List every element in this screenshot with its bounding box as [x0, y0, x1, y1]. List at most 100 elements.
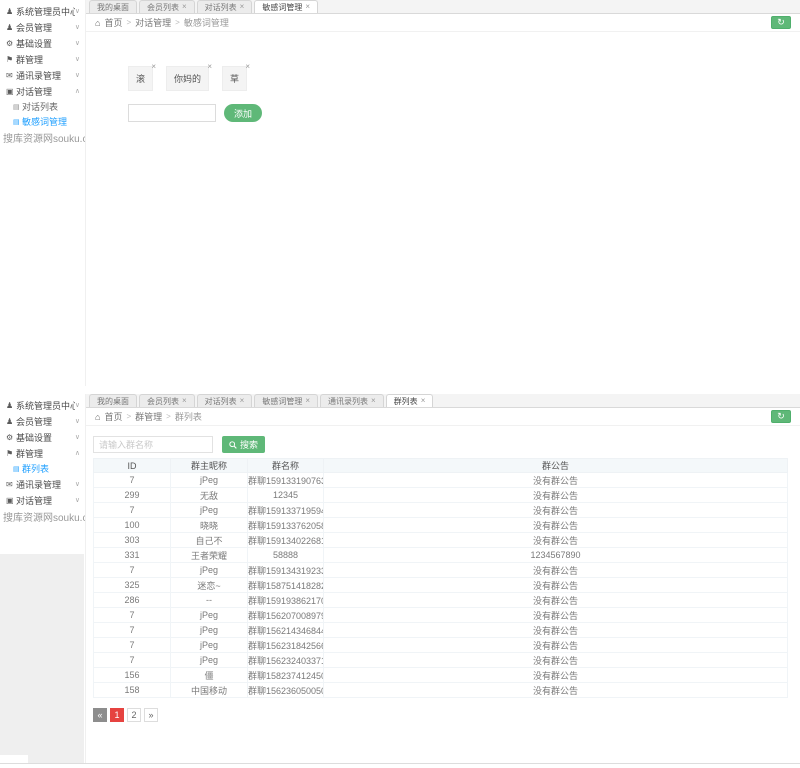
table-cell: 331: [94, 548, 171, 563]
sidebar-item-label: 会员管理: [16, 415, 75, 428]
tab-5[interactable]: 通讯录列表×: [320, 394, 384, 407]
table-cell: 没有群公告: [324, 518, 788, 533]
sidebar: ♟系统管理员中心∨♟会员管理∨⚙基础设置∨⚑群管理∧▤群列表✉通讯录管理∨▣对话…: [0, 394, 86, 763]
sidebar-header[interactable]: ♟系统管理员中心∨: [0, 3, 85, 19]
prev-page-button[interactable]: «: [93, 708, 107, 722]
sidebar-item-1[interactable]: ♟会员管理∨: [0, 413, 85, 429]
pagination: «12»: [93, 708, 158, 722]
tab-2[interactable]: 会员列表×: [139, 0, 195, 13]
table-cell: 7: [94, 653, 171, 668]
chat-icon: ▣: [6, 87, 16, 96]
home-icon: ⌂: [95, 412, 100, 422]
table-cell: 没有群公告: [324, 683, 788, 698]
table-cell: 没有群公告: [324, 668, 788, 683]
home-icon: ⌂: [95, 18, 100, 28]
table-cell: jPeg: [171, 638, 248, 653]
table-cell: 群聊1591340226819: [248, 533, 324, 548]
tab-label: 群列表: [394, 396, 418, 407]
tab-close-icon[interactable]: ×: [305, 3, 310, 11]
main-area: 我的桌面会员列表×对话列表×敏感词管理×通讯录列表×群列表× ⌂首页>群管理>群…: [86, 394, 800, 763]
table-cell: 无敌: [171, 488, 248, 503]
sensitive-word-input[interactable]: [128, 104, 216, 122]
remove-word-icon[interactable]: ×: [245, 63, 250, 71]
breadcrumb-separator: >: [175, 18, 180, 27]
tab-close-icon[interactable]: ×: [240, 397, 245, 405]
sidebar-item-label: 会员管理: [16, 21, 75, 34]
sidebar-footer-link[interactable]: 搜库资源网souku.cc: [0, 129, 85, 151]
table-row: 7jPeg群聊1562318425663没有群公告: [94, 638, 788, 653]
table-cell: 158: [94, 683, 171, 698]
page-button-1[interactable]: 1: [110, 708, 124, 722]
sidebar-item-3[interactable]: ⚑群管理∨: [0, 51, 85, 67]
add-word-button[interactable]: 添加: [224, 104, 262, 122]
sidebar-subitem[interactable]: ▤敏感词管理: [0, 114, 85, 129]
search-button[interactable]: 搜索: [222, 436, 265, 453]
table-cell: 自己不: [171, 533, 248, 548]
table-row: 7jPeg群聊1562070089796没有群公告: [94, 608, 788, 623]
group-search-input[interactable]: [93, 436, 213, 453]
refresh-button[interactable]: ↻: [771, 410, 791, 423]
breadcrumb-item[interactable]: 首页: [104, 410, 122, 423]
sensitive-word-tag[interactable]: 滚×: [128, 66, 153, 91]
sidebar-item-4[interactable]: ✉通讯录管理∨: [0, 476, 85, 492]
sidebar-subitem[interactable]: ▤群列表: [0, 461, 85, 476]
tab-label: 会员列表: [147, 2, 179, 13]
tab-4[interactable]: 敏感词管理×: [254, 0, 318, 13]
table-cell: 没有群公告: [324, 638, 788, 653]
remove-word-icon[interactable]: ×: [151, 63, 156, 71]
table-row: 303自己不群聊1591340226819没有群公告: [94, 533, 788, 548]
breadcrumb-bar: ⌂首页>对话管理>敏感词管理↻: [86, 14, 800, 32]
chat-icon: ▣: [6, 496, 16, 505]
contacts-icon: ✉: [6, 480, 16, 489]
tab-3[interactable]: 对话列表×: [197, 0, 253, 13]
remove-word-icon[interactable]: ×: [207, 63, 212, 71]
table-cell: 群聊1562324033719: [248, 653, 324, 668]
breadcrumb-item[interactable]: 对话管理: [135, 16, 171, 29]
tab-close-icon[interactable]: ×: [371, 397, 376, 405]
next-page-button[interactable]: »: [144, 708, 158, 722]
column-header: 群主昵称: [171, 459, 248, 473]
sidebar-subitem[interactable]: ▤对话列表: [0, 99, 85, 114]
group-search-row: 搜索: [93, 436, 265, 453]
tab-close-icon[interactable]: ×: [240, 3, 245, 11]
tab-close-icon[interactable]: ×: [421, 397, 426, 405]
tab-1[interactable]: 我的桌面: [89, 394, 137, 407]
tab-bar: 我的桌面会员列表×对话列表×敏感词管理×通讯录列表×群列表×: [86, 394, 800, 408]
sensitive-word-tag[interactable]: 草×: [222, 66, 247, 91]
list-icon: ▤: [13, 118, 22, 126]
sidebar-item-2[interactable]: ⚙基础设置∨: [0, 35, 85, 51]
tab-1[interactable]: 我的桌面: [89, 0, 137, 13]
sidebar-footer-link[interactable]: 搜库资源网souku.cc: [0, 508, 85, 530]
sidebar-item-5[interactable]: ▣对话管理∧: [0, 83, 85, 99]
tab-3[interactable]: 对话列表×: [197, 394, 253, 407]
table-row: 299无敌12345没有群公告: [94, 488, 788, 503]
table-cell: 58888: [248, 548, 324, 563]
table-cell: 12345: [248, 488, 324, 503]
table-row: 7jPeg群聊1562324033719没有群公告: [94, 653, 788, 668]
sidebar-item-5[interactable]: ▣对话管理∨: [0, 492, 85, 508]
tab-close-icon[interactable]: ×: [182, 397, 187, 405]
tab-close-icon[interactable]: ×: [305, 397, 310, 405]
table-cell: jPeg: [171, 653, 248, 668]
table-cell: 群聊1591938621703: [248, 593, 324, 608]
tab-close-icon[interactable]: ×: [182, 3, 187, 11]
tab-4[interactable]: 敏感词管理×: [254, 394, 318, 407]
tab-bar: 我的桌面会员列表×对话列表×敏感词管理×: [86, 0, 800, 14]
breadcrumb-item[interactable]: 首页: [104, 16, 122, 29]
group-table-body: 7jPeg群聊1591331907638没有群公告299无敌12345没有群公告…: [94, 473, 788, 698]
sensitive-word-tag[interactable]: 你妈的×: [166, 66, 209, 91]
sidebar-header[interactable]: ♟系统管理员中心∨: [0, 397, 85, 413]
table-cell: 100: [94, 518, 171, 533]
table-cell: 7: [94, 638, 171, 653]
sidebar-item-4[interactable]: ✉通讯录管理∨: [0, 67, 85, 83]
sidebar-item-2[interactable]: ⚙基础设置∨: [0, 429, 85, 445]
tab-2[interactable]: 会员列表×: [139, 394, 195, 407]
refresh-button[interactable]: ↻: [771, 16, 791, 29]
sidebar-item-label: 基础设置: [16, 37, 75, 50]
sidebar-item-3[interactable]: ⚑群管理∧: [0, 445, 85, 461]
tab-6[interactable]: 群列表×: [386, 394, 434, 407]
page-button-2[interactable]: 2: [127, 708, 141, 722]
breadcrumb-separator: >: [126, 412, 131, 421]
sidebar-item-1[interactable]: ♟会员管理∨: [0, 19, 85, 35]
breadcrumb-item[interactable]: 群管理: [135, 410, 162, 423]
